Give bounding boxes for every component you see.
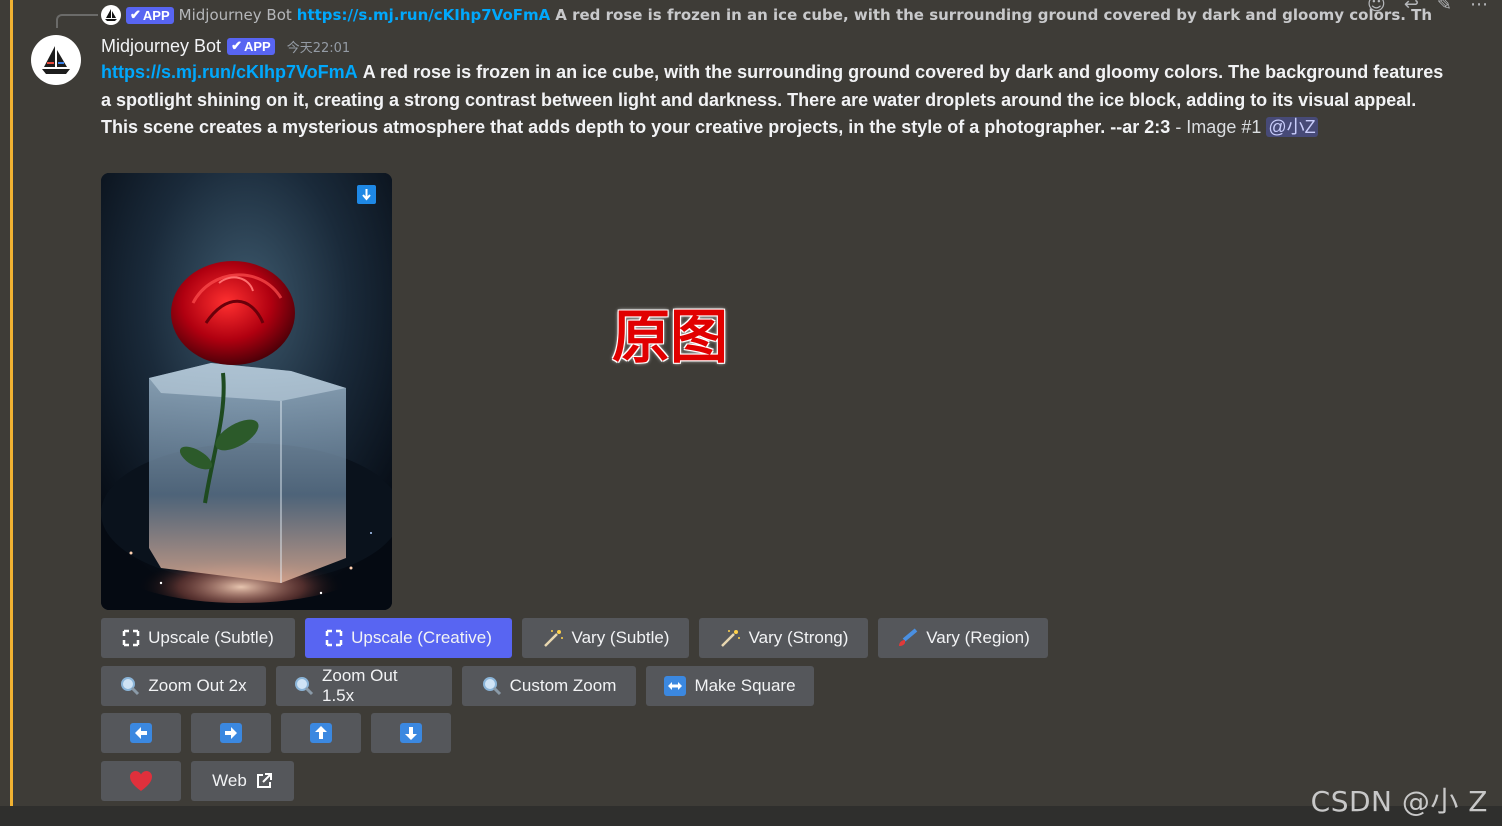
username[interactable]: Midjourney Bot	[101, 36, 221, 57]
pan-up-button[interactable]	[281, 713, 361, 753]
magnifier-icon	[120, 676, 140, 696]
arrow-down-icon	[400, 723, 422, 743]
reply-connector	[56, 14, 98, 28]
message-body: https://s.mj.run/cKIhp7VoFmA A red rose …	[101, 59, 1451, 142]
generated-image[interactable]	[101, 173, 392, 610]
arrow-left-icon	[130, 723, 152, 743]
pan-left-button[interactable]	[101, 713, 181, 753]
download-button[interactable]	[357, 185, 376, 204]
watermark: CSDN @小 Z	[1310, 785, 1488, 818]
rose-ice-cube-image	[101, 173, 392, 610]
paintbrush-icon	[896, 628, 918, 648]
magic-wand-icon	[719, 628, 741, 648]
reply-text: A red rose is frozen in an ice cube, wit…	[555, 6, 1431, 24]
magic-wand-icon	[542, 628, 564, 648]
timestamp: 今天22:01	[286, 40, 351, 56]
zoom-out-2x-button[interactable]: Zoom Out 2x	[101, 666, 266, 706]
custom-zoom-button[interactable]: Custom Zoom	[462, 666, 636, 706]
magnifier-icon	[482, 676, 502, 696]
overlay-label: 原图	[612, 303, 729, 371]
left-right-arrow-icon	[664, 676, 687, 696]
heart-icon	[129, 770, 153, 792]
upscale-icon	[325, 629, 343, 647]
add-reaction-icon[interactable]: ☺	[1367, 0, 1386, 15]
image-index: - Image #1	[1170, 117, 1267, 137]
highlight-bar	[10, 0, 13, 806]
vary-subtle-button[interactable]: Vary (Subtle)	[522, 618, 689, 658]
upscale-icon	[122, 629, 140, 647]
prompt-link[interactable]: https://s.mj.run/cKIhp7VoFmA	[101, 62, 358, 82]
edit-icon[interactable]: ✎	[1437, 0, 1452, 15]
chat-window: ✔ APP Midjourney Bot https://s.mj.run/cK…	[0, 0, 1502, 826]
user-mention[interactable]: @小Z	[1266, 117, 1318, 137]
web-link-button[interactable]: Web	[191, 761, 294, 801]
magnifier-icon	[294, 676, 314, 696]
vary-strong-button[interactable]: Vary (Strong)	[699, 618, 868, 658]
reply-preview[interactable]: ✔ APP Midjourney Bot https://s.mj.run/cK…	[101, 4, 1431, 26]
check-icon: ✔	[231, 38, 242, 53]
bot-avatar-small[interactable]	[101, 5, 121, 25]
message-toolbar: ☺ ↩ ✎ ⋯	[1367, 0, 1488, 15]
pan-row	[101, 713, 451, 753]
app-badge: ✔ APP	[227, 37, 275, 55]
more-icon[interactable]: ⋯	[1470, 0, 1488, 15]
make-square-button[interactable]: Make Square	[646, 666, 814, 706]
avatar[interactable]	[31, 35, 81, 85]
external-link-icon	[255, 772, 273, 790]
upscale-subtle-button[interactable]: Upscale (Subtle)	[101, 618, 295, 658]
sailboat-icon	[105, 9, 117, 21]
favorite-button[interactable]	[101, 761, 181, 801]
zoom-out-1-5x-button[interactable]: Zoom Out 1.5x	[276, 666, 452, 706]
arrow-right-icon	[220, 723, 242, 743]
action-row-1: Upscale (Subtle) Upscale (Creative) Vary…	[101, 618, 1048, 658]
message-header: Midjourney Bot ✔ APP 今天22:01	[101, 34, 350, 58]
pan-right-button[interactable]	[191, 713, 271, 753]
upscale-creative-button[interactable]: Upscale (Creative)	[305, 618, 512, 658]
extra-row: Web	[101, 761, 294, 801]
sailboat-icon	[42, 46, 70, 74]
arrow-up-icon	[310, 723, 332, 743]
download-arrow-icon	[362, 189, 371, 201]
bottom-bar	[0, 806, 1502, 826]
vary-region-button[interactable]: Vary (Region)	[878, 618, 1048, 658]
app-badge: ✔ APP	[126, 6, 174, 24]
reply-icon[interactable]: ↩	[1404, 0, 1419, 15]
pan-down-button[interactable]	[371, 713, 451, 753]
reply-author[interactable]: Midjourney Bot	[179, 6, 292, 24]
action-row-2: Zoom Out 2x Zoom Out 1.5x Custom Zoom Ma…	[101, 666, 814, 706]
check-icon: ✔	[130, 7, 141, 22]
reply-link[interactable]: https://s.mj.run/cKIhp7VoFmA	[297, 6, 551, 24]
